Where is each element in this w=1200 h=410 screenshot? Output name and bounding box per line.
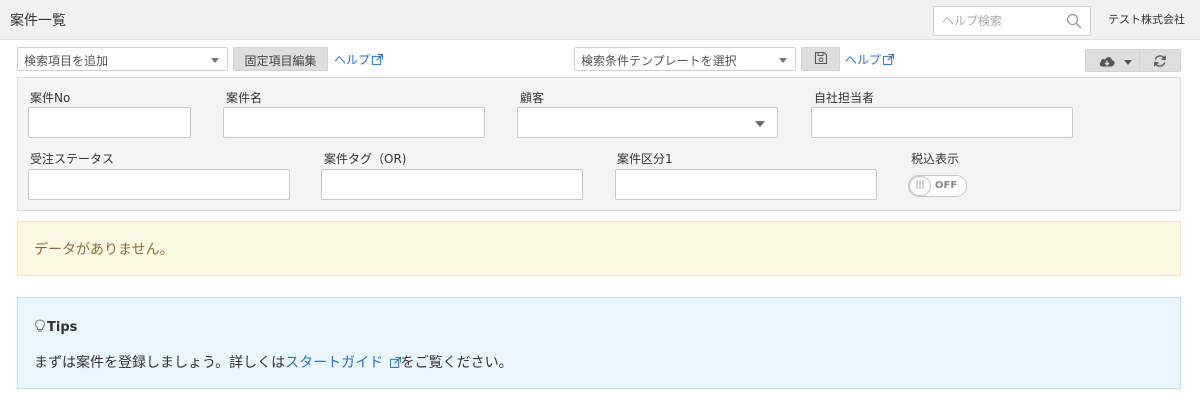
- order-status-input[interactable]: [28, 169, 290, 200]
- case-category-label: 案件区分1: [617, 152, 673, 166]
- toolbar: 検索項目を追加 固定項目編集 ヘルプ 検索条件テンプレートを選択 ヘルプ: [0, 47, 1200, 75]
- company-name[interactable]: テスト株式会社: [1108, 11, 1185, 27]
- template-select[interactable]: 検索条件テンプレートを選択: [574, 47, 796, 71]
- toggle-knob: |||: [909, 176, 931, 196]
- add-search-item-label: 検索項目を追加: [24, 54, 109, 68]
- case-category-input[interactable]: [615, 169, 877, 200]
- case-name-input[interactable]: [223, 107, 485, 138]
- case-no-label: 案件No: [30, 91, 71, 105]
- owner-label: 自社担当者: [814, 91, 875, 105]
- help-link-right[interactable]: ヘルプ: [845, 51, 894, 68]
- refresh-button[interactable]: [1140, 49, 1181, 72]
- tax-toggle[interactable]: ||| OFF: [908, 175, 967, 197]
- search-panel: 案件No 案件名 顧客 自社担当者 受注ステータス 案件タグ（OR) 案件区分1…: [17, 77, 1181, 211]
- fixed-item-edit-button[interactable]: 固定項目編集: [233, 47, 328, 71]
- search-icon[interactable]: [1066, 13, 1082, 29]
- help-link-left[interactable]: ヘルプ: [334, 51, 383, 68]
- tips-box: Tips まずは案件を登録しましょう。詳しくはスタートガイド をご覧ください。: [17, 297, 1181, 389]
- case-tag-label: 案件タグ（OR): [324, 152, 407, 166]
- download-dropdown-button[interactable]: [1085, 49, 1140, 72]
- help-search-input[interactable]: [934, 7, 1054, 35]
- save-icon: [814, 51, 827, 65]
- tips-message-after: をご覧ください。: [400, 355, 513, 371]
- help-search-box: [933, 6, 1091, 36]
- add-search-item-select[interactable]: 検索項目を追加: [17, 47, 228, 71]
- tips-message-before: まずは案件を登録しましょう。詳しくは: [34, 355, 286, 371]
- toggle-state: OFF: [935, 180, 958, 191]
- chevron-down-icon: [211, 58, 219, 63]
- page-title: 案件一覧: [10, 13, 66, 29]
- owner-input[interactable]: [811, 107, 1073, 138]
- case-no-input[interactable]: [28, 107, 191, 138]
- external-link-icon: [372, 54, 383, 65]
- start-guide-link[interactable]: スタートガイド: [285, 355, 401, 371]
- chevron-down-icon: [779, 58, 787, 63]
- refresh-icon: [1154, 55, 1166, 67]
- customer-select[interactable]: [517, 107, 778, 138]
- top-bar: 案件一覧 テスト株式会社: [0, 0, 1200, 40]
- start-guide-link-text: スタートガイド: [285, 355, 384, 371]
- lightbulb-icon: [34, 319, 46, 332]
- chevron-down-icon: [755, 121, 765, 127]
- order-status-label: 受注ステータス: [30, 152, 115, 166]
- tax-label: 税込表示: [911, 152, 960, 166]
- tips-message: まずは案件を登録しましょう。詳しくはスタートガイド をご覧ください。: [34, 352, 513, 372]
- case-name-label: 案件名: [226, 91, 263, 105]
- tips-title-text: Tips: [47, 320, 78, 335]
- no-data-message: データがありません。: [34, 242, 174, 258]
- external-link-icon: [389, 357, 401, 368]
- chevron-down-icon: [1124, 60, 1132, 65]
- external-link-icon: [883, 54, 894, 65]
- customer-label: 顧客: [520, 91, 545, 105]
- cloud-download-icon: [1099, 57, 1115, 67]
- template-select-label: 検索条件テンプレートを選択: [581, 54, 737, 68]
- case-tag-input[interactable]: [321, 169, 583, 200]
- help-link-label: ヘルプ: [845, 53, 882, 67]
- no-data-alert: データがありません。: [17, 221, 1181, 276]
- help-link-label: ヘルプ: [334, 53, 371, 67]
- tips-title: Tips: [34, 319, 77, 335]
- save-template-button[interactable]: [801, 47, 840, 71]
